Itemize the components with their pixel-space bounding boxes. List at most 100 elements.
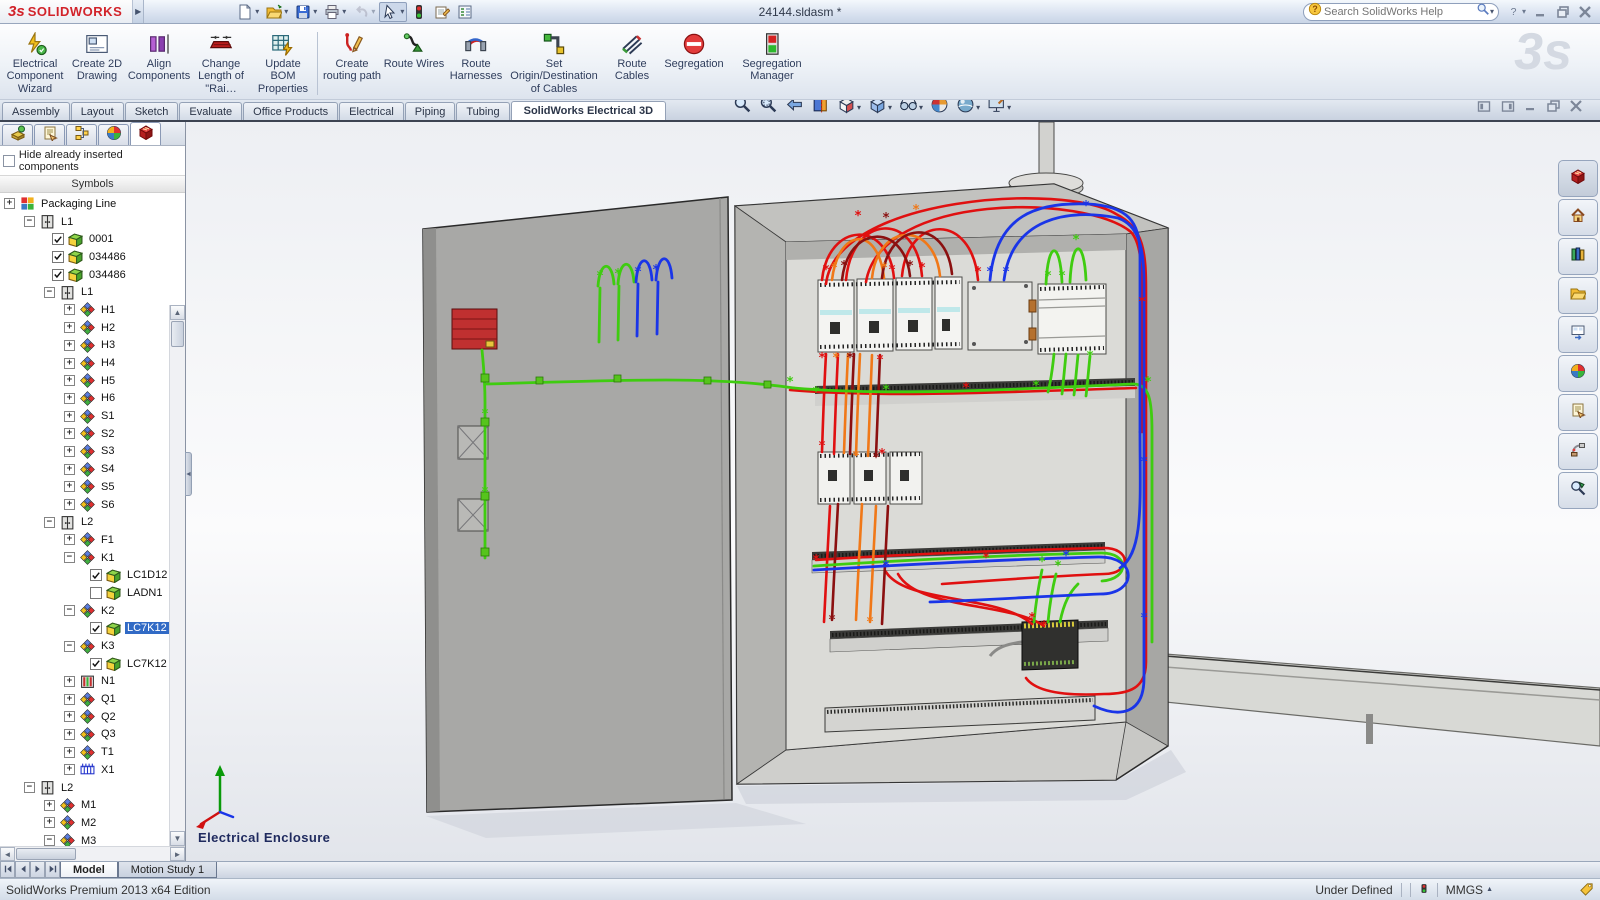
tree-item-h1[interactable]: +H1 (0, 301, 185, 319)
tree-item-m2[interactable]: +M2 (0, 814, 185, 832)
open-document-button[interactable]: ▾ (263, 2, 291, 22)
v-scroll-thumb[interactable] (171, 321, 184, 347)
tree-vertical-scrollbar[interactable]: ▲ ▼ (169, 305, 185, 846)
expand-icon[interactable]: + (64, 304, 75, 315)
expand-icon[interactable]: + (64, 711, 75, 722)
panel-tab-property-manager[interactable] (34, 124, 65, 145)
minimize-button[interactable] (1534, 5, 1548, 19)
task-pane-tab-design-library[interactable] (1558, 238, 1598, 275)
tab-solidworks-electrical-3d[interactable]: SolidWorks Electrical 3D (511, 101, 666, 120)
collapse-icon[interactable]: − (24, 782, 35, 793)
tree-item-h3[interactable]: +H3 (0, 337, 185, 355)
expand-icon[interactable]: + (44, 800, 55, 811)
task-pane-tab-electrical-tools[interactable] (1558, 433, 1598, 470)
collapse-icon[interactable]: − (64, 552, 75, 563)
scroll-down-icon[interactable]: ▼ (170, 831, 185, 846)
tree-item-q1[interactable]: +Q1 (0, 690, 185, 708)
dropdown-caret-icon[interactable]: ▾ (976, 103, 980, 112)
nav-prev-button[interactable] (15, 862, 30, 878)
panel-tab-feature-manager[interactable] (2, 124, 33, 145)
collapse-icon[interactable]: − (64, 641, 75, 652)
tree-item-x1[interactable]: +X1 (0, 761, 185, 779)
create-2d-drawing-button[interactable]: Create 2D Drawing (66, 28, 128, 83)
dropdown-caret-icon[interactable]: ▾ (255, 7, 259, 16)
tree-item-s4[interactable]: +S4 (0, 460, 185, 478)
help-button[interactable]: ?▾ (1507, 5, 1526, 18)
tab-sketch[interactable]: Sketch (125, 102, 179, 120)
collapse-icon[interactable]: − (44, 287, 55, 298)
align-components-button[interactable]: Align Components (128, 28, 190, 83)
tree-item-s6[interactable]: +S6 (0, 496, 185, 514)
tree-item-h5[interactable]: +H5 (0, 372, 185, 390)
dropdown-caret-icon[interactable]: ▾ (857, 103, 861, 112)
segregation-button[interactable]: Segregation (663, 28, 725, 70)
scroll-left-icon[interactable]: ◄ (0, 847, 15, 861)
tree-item-k3[interactable]: −K3 (0, 637, 185, 655)
expand-icon[interactable]: + (64, 747, 75, 758)
expand-icon[interactable]: + (64, 729, 75, 740)
tree-checkbox[interactable] (90, 622, 102, 634)
dropdown-caret-icon[interactable]: ▾ (400, 7, 404, 16)
tree-item-f1[interactable]: +F1 (0, 531, 185, 549)
hide-inserted-checkbox[interactable] (3, 155, 15, 167)
edit-annotation-button[interactable] (431, 2, 453, 22)
segregation-manager-button[interactable]: Segregation Manager (725, 28, 819, 83)
h-scroll-track[interactable] (77, 847, 170, 861)
menu-flyout-arrow[interactable]: ▶ (133, 0, 144, 23)
tree-item-034486[interactable]: 034486 (0, 266, 185, 284)
tab-layout[interactable]: Layout (71, 102, 124, 120)
dropdown-caret-icon[interactable]: ▾ (1007, 103, 1011, 112)
change-length-of-rai-button[interactable]: Change Length of "Rai… (190, 28, 252, 95)
tree-item-m1[interactable]: +M1 (0, 796, 185, 814)
task-pane-tab-custom-properties[interactable] (1558, 394, 1598, 431)
expand-icon[interactable]: + (64, 481, 75, 492)
expand-icon[interactable]: + (64, 446, 75, 457)
set-origin-destination-of-cables-button[interactable]: Set Origin/Destination of Cables (507, 28, 601, 95)
panel-tab-display-manager[interactable] (98, 124, 129, 145)
tree-item-ladn1[interactable]: LADN1 (0, 584, 185, 602)
expand-icon[interactable]: + (44, 817, 55, 828)
nav-next-button[interactable] (30, 862, 45, 878)
scroll-up-icon[interactable]: ▲ (170, 305, 185, 320)
undo-button[interactable]: ▾ (350, 2, 378, 22)
tree-item-l2[interactable]: −L2 (0, 513, 185, 531)
tree-item-h6[interactable]: +H6 (0, 390, 185, 408)
tree-item-lc7k12[interactable]: LC7K12 (0, 655, 185, 673)
tree-item-k2[interactable]: −K2 (0, 602, 185, 620)
tree-item-n1[interactable]: +N1 (0, 673, 185, 691)
split-right-icon[interactable] (1501, 99, 1515, 117)
expand-icon[interactable]: + (64, 340, 75, 351)
dropdown-caret-icon[interactable]: ▾ (371, 7, 375, 16)
tree-item-packaging-line[interactable]: +Packaging Line (0, 195, 185, 213)
tab-office-products[interactable]: Office Products (243, 102, 338, 120)
tab-tubing[interactable]: Tubing (456, 102, 509, 120)
scroll-right-icon[interactable]: ► (170, 847, 185, 861)
tab-piping[interactable]: Piping (405, 102, 456, 120)
tree-item-s3[interactable]: +S3 (0, 443, 185, 461)
expand-icon[interactable]: + (64, 322, 75, 333)
collapse-icon[interactable]: − (44, 517, 55, 528)
tree-item-lc7k12[interactable]: LC7K12 (0, 620, 185, 638)
task-pane-tab-file-explorer[interactable] (1558, 277, 1598, 314)
tree-item-s2[interactable]: +S2 (0, 425, 185, 443)
update-bom-properties-button[interactable]: Update BOM Properties (252, 28, 314, 95)
tab-assembly[interactable]: Assembly (2, 102, 70, 120)
graphics-viewport[interactable]: *** *** *** *** *** *** *** *** *** *** … (186, 122, 1600, 861)
tree-checkbox[interactable] (90, 569, 102, 581)
tree-item-s1[interactable]: +S1 (0, 407, 185, 425)
collapse-icon[interactable]: − (24, 216, 35, 227)
tree-horizontal-scrollbar[interactable]: ◄ ► (0, 846, 185, 861)
split-left-icon[interactable] (1477, 99, 1491, 117)
close-doc-icon[interactable] (1570, 99, 1582, 117)
tree-item-l1[interactable]: −L1 (0, 213, 185, 231)
options-button[interactable] (454, 2, 476, 22)
restore-button[interactable] (1556, 5, 1570, 19)
restore-doc-icon[interactable] (1547, 99, 1560, 117)
expand-icon[interactable]: + (64, 393, 75, 404)
route-harnesses-button[interactable]: Route Harnesses (445, 28, 507, 83)
panel-tab-configuration-manager[interactable] (66, 124, 97, 145)
collapse-icon[interactable]: − (44, 835, 55, 846)
h-scroll-thumb[interactable] (16, 848, 76, 860)
search-options-caret[interactable]: ▾ (1490, 7, 1494, 16)
expand-icon[interactable]: + (64, 499, 75, 510)
